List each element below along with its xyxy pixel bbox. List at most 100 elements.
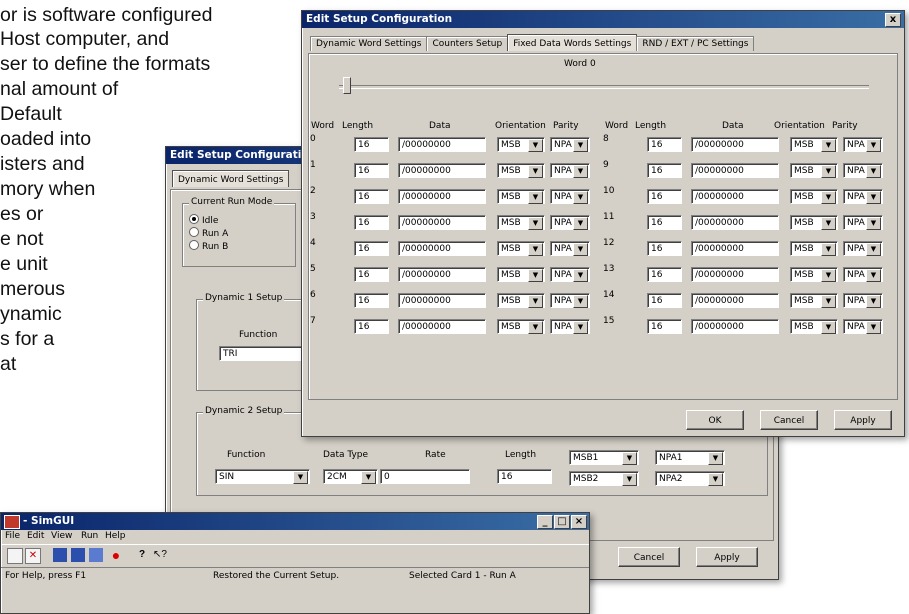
chevron-down-icon[interactable]: ▼ (573, 139, 588, 152)
menu-run[interactable]: Run (81, 531, 98, 541)
data-field[interactable]: /00000000 (398, 215, 486, 230)
data-field[interactable]: /00000000 (398, 163, 486, 178)
cancel-button[interactable]: Cancel (760, 410, 818, 430)
chevron-down-icon[interactable]: ▼ (293, 471, 308, 484)
orientation-select[interactable]: MSB ▼ (497, 319, 545, 334)
menu-file[interactable]: File (5, 531, 20, 541)
msb1-select[interactable]: MSB1 ▼ (569, 450, 639, 465)
parity-select[interactable]: NPA ▼ (843, 267, 883, 282)
parity-select[interactable]: NPA ▼ (843, 163, 883, 178)
chevron-down-icon[interactable]: ▼ (708, 473, 723, 486)
print-icon[interactable] (89, 548, 103, 562)
chevron-down-icon[interactable]: ▼ (528, 269, 543, 282)
tab-dynamic-word-settings[interactable]: Dynamic Word Settings (172, 170, 290, 187)
length-field[interactable]: 16 (354, 215, 389, 230)
length-field[interactable]: 16 (354, 267, 389, 282)
parity-select[interactable]: NPA ▼ (843, 137, 883, 152)
data-field[interactable]: /00000000 (691, 189, 779, 204)
chevron-down-icon[interactable]: ▼ (622, 473, 637, 486)
chevron-down-icon[interactable]: ▼ (866, 269, 881, 282)
parity-select[interactable]: NPA ▼ (550, 189, 590, 204)
chevron-down-icon[interactable]: ▼ (866, 139, 881, 152)
parity-select[interactable]: NPA ▼ (843, 189, 883, 204)
chevron-down-icon[interactable]: ▼ (528, 191, 543, 204)
parity-select[interactable]: NPA ▼ (550, 215, 590, 230)
chevron-down-icon[interactable]: ▼ (573, 243, 588, 256)
close-icon[interactable]: × (571, 515, 587, 529)
length-field[interactable]: 16 (647, 241, 682, 256)
chevron-down-icon[interactable]: ▼ (528, 295, 543, 308)
chevron-down-icon[interactable]: ▼ (821, 243, 836, 256)
chevron-down-icon[interactable]: ▼ (821, 191, 836, 204)
npa2-select[interactable]: NPA2 ▼ (655, 471, 725, 486)
load-icon[interactable] (53, 548, 67, 562)
chevron-down-icon[interactable]: ▼ (866, 321, 881, 334)
stop-record-icon[interactable]: ● (109, 548, 123, 562)
orientation-select[interactable]: MSB ▼ (497, 241, 545, 256)
chevron-down-icon[interactable]: ▼ (866, 165, 881, 178)
data-field[interactable]: /00000000 (398, 293, 486, 308)
parity-select[interactable]: NPA ▼ (550, 137, 590, 152)
orientation-select[interactable]: MSB ▼ (497, 189, 545, 204)
orientation-select[interactable]: MSB ▼ (790, 137, 838, 152)
chevron-down-icon[interactable]: ▼ (528, 217, 543, 230)
orientation-select[interactable]: MSB ▼ (497, 267, 545, 282)
orientation-select[interactable]: MSB ▼ (790, 189, 838, 204)
chevron-down-icon[interactable]: ▼ (573, 321, 588, 334)
chevron-down-icon[interactable]: ▼ (708, 452, 723, 465)
tab-counters-setup[interactable]: Counters Setup (426, 36, 509, 51)
parity-select[interactable]: NPA ▼ (843, 319, 883, 334)
chevron-down-icon[interactable]: ▼ (866, 243, 881, 256)
radio-idle[interactable]: Idle (189, 214, 218, 226)
delete-icon[interactable]: ✕ (25, 548, 41, 564)
parity-select[interactable]: NPA ▼ (550, 267, 590, 282)
length-field[interactable]: 16 (647, 267, 682, 282)
length-field[interactable]: 16 (354, 189, 389, 204)
chevron-down-icon[interactable]: ▼ (866, 217, 881, 230)
dynamic2-length-field[interactable]: 16 (497, 469, 552, 484)
save-icon[interactable] (71, 548, 85, 562)
ok-button[interactable]: OK (686, 410, 744, 430)
chevron-down-icon[interactable]: ▼ (866, 295, 881, 308)
length-field[interactable]: 16 (354, 293, 389, 308)
data-field[interactable]: /00000000 (691, 163, 779, 178)
chevron-down-icon[interactable]: ▼ (866, 191, 881, 204)
parity-select[interactable]: NPA ▼ (843, 215, 883, 230)
data-field[interactable]: /00000000 (398, 319, 486, 334)
parity-select[interactable]: NPA ▼ (550, 293, 590, 308)
parity-select[interactable]: NPA ▼ (843, 241, 883, 256)
orientation-select[interactable]: MSB ▼ (790, 163, 838, 178)
word-selector-slider[interactable] (339, 77, 869, 95)
chevron-down-icon[interactable]: ▼ (573, 165, 588, 178)
msb2-select[interactable]: MSB2 ▼ (569, 471, 639, 486)
data-field[interactable]: /00000000 (398, 241, 486, 256)
length-field[interactable]: 16 (354, 163, 389, 178)
menu-help[interactable]: Help (105, 531, 126, 541)
chevron-down-icon[interactable]: ▼ (361, 471, 376, 484)
tab-rnd-ext-pc-settings[interactable]: RND / EXT / PC Settings (636, 36, 755, 51)
length-field[interactable]: 16 (647, 137, 682, 152)
simgui-titlebar[interactable]: - SimGUI _ □ × (1, 513, 589, 530)
chevron-down-icon[interactable]: ▼ (821, 321, 836, 334)
length-field[interactable]: 16 (647, 215, 682, 230)
dynamic2-function-select[interactable]: SIN ▼ (215, 469, 310, 484)
chevron-down-icon[interactable]: ▼ (528, 139, 543, 152)
orientation-select[interactable]: MSB ▼ (790, 267, 838, 282)
orientation-select[interactable]: MSB ▼ (790, 215, 838, 230)
chevron-down-icon[interactable]: ▼ (573, 191, 588, 204)
orientation-select[interactable]: MSB ▼ (497, 215, 545, 230)
data-field[interactable]: /00000000 (691, 267, 779, 282)
back-cancel-button[interactable]: Cancel (618, 547, 680, 567)
edit-setup-icon[interactable] (7, 548, 23, 564)
minimize-icon[interactable]: _ (537, 515, 553, 529)
apply-button[interactable]: Apply (834, 410, 892, 430)
length-field[interactable]: 16 (354, 319, 389, 334)
data-field[interactable]: /00000000 (398, 267, 486, 282)
chevron-down-icon[interactable]: ▼ (821, 139, 836, 152)
parity-select[interactable]: NPA ▼ (843, 293, 883, 308)
length-field[interactable]: 16 (647, 319, 682, 334)
chevron-down-icon[interactable]: ▼ (821, 295, 836, 308)
radio-run-b[interactable]: Run B (189, 240, 228, 252)
dynamic2-rate-field[interactable]: 0 (380, 469, 470, 484)
dynamic1-function-field[interactable]: TRI (219, 346, 309, 361)
